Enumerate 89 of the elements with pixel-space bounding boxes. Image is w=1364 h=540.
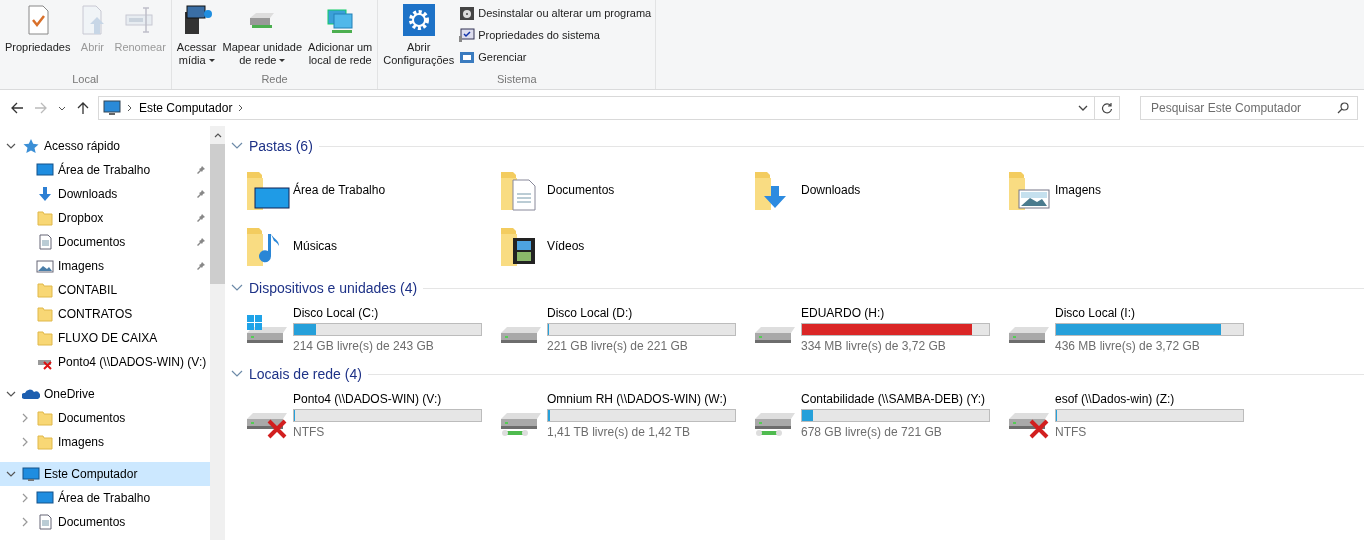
section-header[interactable]: Pastas (6)	[249, 138, 313, 154]
free-space-text: 214 GB livre(s) de 243 GB	[293, 338, 435, 353]
sidebar-item[interactable]: Documentos	[0, 406, 211, 430]
drive-name[interactable]: EDUARDO (H:)	[801, 305, 990, 320]
computer-icon	[103, 100, 121, 116]
disc-box-icon	[459, 5, 476, 21]
star-icon	[22, 138, 40, 154]
section-header[interactable]: Locais de rede (4)	[249, 366, 362, 382]
computer-manage-icon	[459, 49, 476, 65]
free-space-text: 1,41 TB livre(s) de 1,42 TB	[547, 424, 691, 439]
monitor-check-icon	[459, 27, 476, 43]
breadcrumb[interactable]: Este Computador	[139, 101, 233, 115]
group-label: Rede	[260, 73, 289, 87]
chevron-icon	[238, 104, 245, 112]
sidebar-item[interactable]: Área de Trabalho	[0, 158, 211, 182]
drive-name[interactable]: Ponto4 (\\DADOS-WIN) (V:)	[293, 391, 482, 406]
sidebar-item[interactable]: Este Computador	[0, 462, 211, 486]
ribbon-button[interactable]: Acessar mídia	[173, 0, 220, 73]
drive-name[interactable]: Disco Local (D:)	[547, 305, 736, 320]
sidebar-item[interactable]: Ponto4 (\\DADOS-WIN) (V:)	[0, 350, 211, 374]
scrollbar-thumb[interactable]	[210, 144, 226, 284]
settings-icon	[402, 4, 435, 36]
scroll-up-button[interactable]	[213, 132, 222, 138]
folder-icon	[36, 330, 54, 346]
section-header[interactable]: Dispositivos e unidades (4)	[249, 280, 418, 296]
sidebar-item[interactable]: FLUXO DE CAIXA	[0, 326, 211, 350]
free-space-text: 678 GB livre(s) de 721 GB	[801, 424, 943, 439]
caret-icon	[208, 59, 215, 62]
group-label: Sistema	[495, 73, 538, 87]
free-space-text: NTFS	[1055, 424, 1088, 439]
folder-name[interactable]: Downloads	[801, 183, 861, 197]
folder-icon	[36, 282, 54, 298]
caret-icon	[279, 59, 286, 62]
folder-icon	[36, 410, 54, 426]
expanded-chevron-icon[interactable]	[231, 370, 243, 378]
document-icon	[36, 514, 54, 530]
ribbon-button[interactable]: Abrir Configurações	[380, 0, 458, 73]
folder-name[interactable]: Músicas	[293, 239, 337, 253]
sidebar-item[interactable]: CONTRATOS	[0, 302, 211, 326]
back-button[interactable]	[10, 101, 24, 115]
drive-name[interactable]: Disco Local (C:)	[293, 305, 482, 320]
drive-name[interactable]: Contabilidade (\\SAMBA-DEB) (Y:)	[801, 391, 990, 406]
recent-locations-button[interactable]	[58, 104, 66, 112]
free-space-text: 436 MB livre(s) de 3,72 GB	[1055, 338, 1201, 353]
folder-name[interactable]: Área de Trabalho	[293, 183, 386, 197]
download-icon	[36, 186, 54, 202]
ribbon-button[interactable]: Mapear unidade de rede	[219, 0, 306, 73]
desktop-icon	[36, 490, 54, 506]
picture-icon	[36, 258, 54, 274]
sidebar-item[interactable]: Downloads	[0, 182, 211, 206]
chevron-icon	[127, 104, 133, 112]
sidebar-item[interactable]: Acesso rápido	[0, 134, 211, 158]
free-space-text: NTFS	[293, 424, 326, 439]
folder-name[interactable]: Imagens	[1055, 183, 1102, 197]
sidebar-item[interactable]: Imagens	[0, 430, 211, 454]
group-label: Local	[71, 73, 100, 87]
drive-name[interactable]: esof (\\Dados-win) (Z:)	[1055, 391, 1244, 406]
sidebar-item[interactable]: OneDrive	[0, 382, 211, 406]
expanded-chevron-icon[interactable]	[231, 142, 243, 150]
ribbon-button[interactable]: Adicionar um local de rede	[305, 0, 376, 73]
ribbon-button[interactable]: Propriedades do sistema	[457, 26, 654, 44]
sidebar-item[interactable]: Imagens	[0, 254, 211, 278]
folder-icon	[36, 434, 54, 450]
drive-name[interactable]: Disco Local (I:)	[1055, 305, 1244, 320]
ribbon-button[interactable]: Desinstalar ou alterar um programa	[457, 4, 654, 22]
ribbon-button[interactable]: Propriedades	[2, 0, 74, 73]
folder-name[interactable]: Documentos	[547, 183, 615, 197]
address-field[interactable]: Este Computador	[98, 96, 1120, 120]
expanded-chevron-icon[interactable]	[231, 284, 243, 292]
sidebar-item[interactable]: CONTABIL	[0, 278, 211, 302]
sidebar-item[interactable]: Documentos	[0, 230, 211, 254]
free-space-text: 334 MB livre(s) de 3,72 GB	[801, 338, 947, 353]
folder-icon	[36, 210, 54, 226]
search-field[interactable]: Pesquisar Este Computador	[1140, 96, 1358, 120]
refresh-button[interactable]	[1101, 102, 1113, 114]
folder-icon	[36, 306, 54, 322]
sidebar-item[interactable]: Dropbox	[0, 206, 211, 230]
ribbon-button[interactable]: Gerenciar	[457, 48, 654, 66]
search-icon	[1337, 102, 1349, 114]
desktop-icon	[36, 162, 54, 178]
computer-icon	[22, 466, 40, 482]
up-button[interactable]	[76, 101, 90, 115]
free-space-text: 221 GB livre(s) de 221 GB	[547, 338, 689, 353]
document-icon	[36, 234, 54, 250]
folder-name[interactable]: Vídeos	[547, 239, 585, 253]
sidebar-item[interactable]: Documentos	[0, 510, 211, 534]
history-dropdown-button[interactable]	[1078, 105, 1088, 111]
drive-name[interactable]: Omnium RH (\\DADOS-WIN) (W:)	[547, 391, 736, 406]
sidebar-item[interactable]: Área de Trabalho	[0, 486, 211, 510]
